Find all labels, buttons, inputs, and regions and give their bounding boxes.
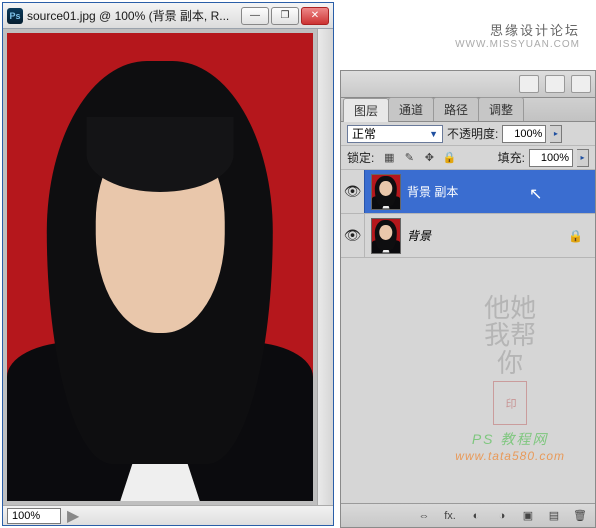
tab-channels[interactable]: 通道 <box>388 97 434 121</box>
brand-en: WWW.MISSYUAN.COM <box>455 39 580 50</box>
opacity-label: 不透明度: <box>447 125 498 142</box>
lock-position-icon[interactable]: ✥ <box>422 151 436 165</box>
status-expand-icon[interactable]: ▶ <box>67 506 79 526</box>
layer-name: 背景 <box>407 227 431 244</box>
person-silhouette <box>7 33 313 501</box>
app-icon: Ps <box>7 8 23 24</box>
visibility-toggle[interactable]: 👁 <box>341 214 365 257</box>
visibility-toggle[interactable]: 👁 <box>341 170 365 213</box>
layer-thumbnail[interactable] <box>371 218 401 254</box>
document-window: Ps source01.jpg @ 100% (背景 副本, R... — ❐ … <box>2 2 334 526</box>
layer-item-copy[interactable]: 👁 背景 副本 ↖ <box>341 170 595 214</box>
cursor-icon: ↖ <box>529 184 542 204</box>
lock-row: 锁定: ▦ ✎ ✥ 🔒 填充: 100% ▸ <box>341 146 595 170</box>
blend-mode-select[interactable]: 正常 ▼ <box>347 125 443 143</box>
document-title: source01.jpg @ 100% (背景 副本, R... <box>27 7 241 24</box>
blend-row: 正常 ▼ 不透明度: 100% ▸ <box>341 122 595 146</box>
link-layers-icon[interactable]: ⇔ <box>415 508 433 524</box>
lock-transparent-icon[interactable]: ▦ <box>382 151 396 165</box>
lock-all-icon[interactable]: 🔒 <box>442 151 456 165</box>
statusbar: 100% ▶ <box>3 505 333 525</box>
brand-cn: 思缘设计论坛 <box>490 20 580 39</box>
minimize-button[interactable]: — <box>241 7 269 25</box>
watermark-ink-1: 他她 <box>455 295 565 322</box>
layer-mask-icon[interactable]: ◐ <box>467 508 485 524</box>
watermark-site-url: www.tata580.com <box>455 449 565 463</box>
layer-thumbnail[interactable] <box>371 174 401 210</box>
layer-item-background[interactable]: 👁 背景 🔒 <box>341 214 595 258</box>
watermark-ink-2: 我帮 <box>455 322 565 349</box>
mini-tool-3[interactable] <box>571 75 591 93</box>
maximize-button[interactable]: ❐ <box>271 7 299 25</box>
watermark-seal: 印 <box>493 381 527 425</box>
canvas-area[interactable] <box>3 29 333 505</box>
vertical-scrollbar[interactable] <box>317 29 333 505</box>
adjustment-layer-icon[interactable]: ◑ <box>493 508 511 524</box>
window-buttons: — ❐ ✕ <box>241 7 329 25</box>
tab-paths[interactable]: 路径 <box>433 97 479 121</box>
fill-stepper[interactable]: ▸ <box>577 149 589 167</box>
brand-area: 思缘设计论坛 WWW.MISSYUAN.COM <box>340 0 596 70</box>
delete-layer-icon[interactable]: 🗑 <box>571 508 589 524</box>
layers-panel: 图层 通道 路径 调整 正常 ▼ 不透明度: 100% ▸ 锁定: ▦ ✎ ✥ … <box>340 98 596 528</box>
fill-input[interactable]: 100% <box>529 149 573 167</box>
eye-icon: 👁 <box>344 227 362 244</box>
fill-label: 填充: <box>498 149 525 166</box>
tab-adjustments[interactable]: 调整 <box>478 97 524 121</box>
lock-icons: ▦ ✎ ✥ 🔒 <box>382 151 456 165</box>
chevron-down-icon: ▼ <box>429 129 438 139</box>
photo-preview <box>7 33 313 501</box>
lock-label: 锁定: <box>347 149 374 166</box>
mini-tool-2[interactable] <box>545 75 565 93</box>
canvas-content <box>7 33 313 501</box>
zoom-input[interactable]: 100% <box>7 508 61 524</box>
mini-toolbar <box>340 70 596 98</box>
opacity-stepper[interactable]: ▸ <box>550 125 562 143</box>
lock-icon: 🔒 <box>568 229 583 243</box>
layer-fx-icon[interactable]: fx. <box>441 508 459 524</box>
close-button[interactable]: ✕ <box>301 7 329 25</box>
titlebar[interactable]: Ps source01.jpg @ 100% (背景 副本, R... — ❐ … <box>3 3 333 29</box>
opacity-input[interactable]: 100% <box>502 125 546 143</box>
layers-list: 👁 背景 副本 ↖ 👁 背景 🔒 他她 我帮 你 印 PS <box>341 170 595 503</box>
lock-image-icon[interactable]: ✎ <box>402 151 416 165</box>
blend-mode-value: 正常 <box>352 125 376 142</box>
new-group-icon[interactable]: ▣ <box>519 508 537 524</box>
panel-footer: ⇔ fx. ◐ ◑ ▣ ▤ 🗑 <box>341 503 595 527</box>
watermark: 他她 我帮 你 印 PS 教程网 www.tata580.com <box>455 295 565 463</box>
panel-tabs: 图层 通道 路径 调整 <box>341 98 595 122</box>
tab-layers[interactable]: 图层 <box>343 98 389 122</box>
right-side: 思缘设计论坛 WWW.MISSYUAN.COM 图层 通道 路径 调整 正常 ▼… <box>340 0 596 528</box>
watermark-site-cn: PS 教程网 <box>455 429 565 449</box>
new-layer-icon[interactable]: ▤ <box>545 508 563 524</box>
layer-name: 背景 副本 <box>407 183 458 200</box>
eye-icon: 👁 <box>344 183 362 200</box>
mini-tool-1[interactable] <box>519 75 539 93</box>
watermark-ink-3: 你 <box>455 350 565 377</box>
